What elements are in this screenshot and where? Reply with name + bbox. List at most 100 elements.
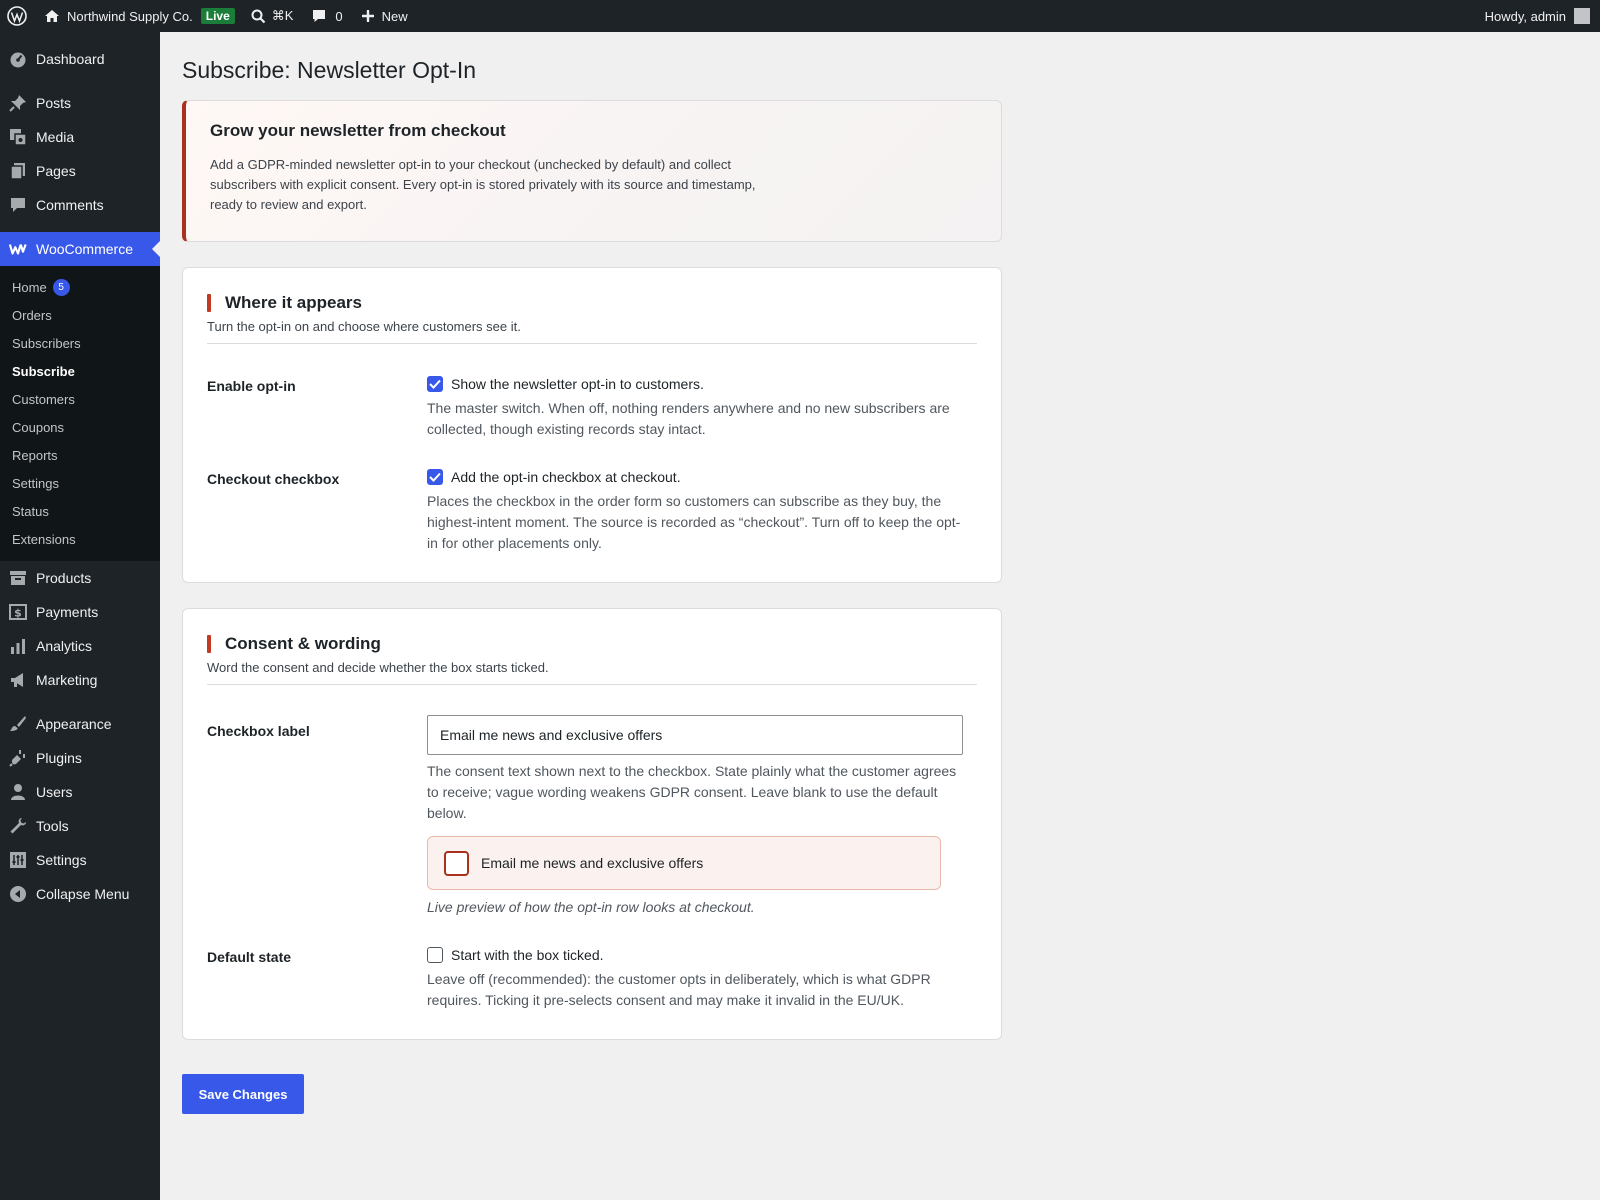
archive-box-icon <box>9 569 27 587</box>
plug-icon <box>9 749 27 767</box>
submenu-orders[interactable]: Orders <box>0 301 160 329</box>
menu-label: Analytics <box>36 638 93 654</box>
submenu-status[interactable]: Status <box>0 497 160 525</box>
consent-wording-card: Consent & wording Word the consent and d… <box>182 608 1002 1040</box>
home-icon <box>44 8 60 24</box>
woocommerce-submenu: Home 5 Orders Subscribers Subscribe Cust… <box>0 266 160 561</box>
menu-woocommerce[interactable]: WooCommerce <box>0 232 160 266</box>
paintbrush-icon <box>9 715 27 733</box>
menu-users[interactable]: Users <box>0 775 160 809</box>
svg-text:$: $ <box>14 607 22 620</box>
notification-badge: 5 <box>52 278 70 296</box>
settings-sliders-icon <box>9 851 27 869</box>
howdy-text: Howdy, admin <box>1484 8 1566 24</box>
new-content-button[interactable]: New <box>349 0 414 32</box>
avatar <box>1574 8 1590 24</box>
submenu-coupons[interactable]: Coupons <box>0 413 160 441</box>
checkbox-label: Add the opt-in checkbox at checkout. <box>451 469 681 485</box>
default-state-checkbox[interactable]: Start with the box ticked. <box>427 945 967 965</box>
menu-plugins[interactable]: Plugins <box>0 741 160 775</box>
checkbox-label-input[interactable]: Email me news and exclusive offers <box>427 715 963 755</box>
submenu-label: Reports <box>12 447 58 463</box>
menu-label: Plugins <box>36 750 82 766</box>
menu-label: Posts <box>36 95 72 111</box>
wrench-icon <box>9 817 27 835</box>
submenu-reports[interactable]: Reports <box>0 441 160 469</box>
menu-pages[interactable]: Pages <box>0 154 160 188</box>
media-icon <box>9 128 27 146</box>
menu-payments[interactable]: $ Payments <box>0 595 160 629</box>
menu-label: WooCommerce <box>36 241 133 257</box>
search-command-button[interactable]: ⌘K <box>241 0 300 32</box>
field-description: Places the checkbox in the order form so… <box>427 493 961 551</box>
menu-tools[interactable]: Tools <box>0 809 160 843</box>
menu-label: Appearance <box>36 716 112 732</box>
menu-appearance[interactable]: Appearance <box>0 707 160 741</box>
menu-label: Collapse Menu <box>36 886 130 902</box>
field-description: The consent text shown next to the check… <box>427 763 957 821</box>
comments-link[interactable]: 0 <box>299 0 348 32</box>
collapse-arrow-icon <box>9 885 27 903</box>
checkout-checkbox-row: Checkout checkbox Add the opt-in checkbo… <box>207 467 977 554</box>
submenu-label: Subscribers <box>12 335 81 351</box>
comment-bubble-icon <box>311 8 327 24</box>
enable-opt-in-checkbox[interactable]: Show the newsletter opt-in to customers. <box>427 374 967 394</box>
comment-bubble-icon <box>9 196 27 214</box>
save-changes-button[interactable]: Save Changes <box>182 1074 304 1114</box>
field-description: The master switch. When off, nothing ren… <box>427 400 950 437</box>
checkbox-label: Show the newsletter opt-in to customers. <box>451 376 704 392</box>
search-icon <box>251 9 266 24</box>
submenu-subscribe[interactable]: Subscribe <box>0 357 160 385</box>
menu-marketing[interactable]: Marketing <box>0 663 160 697</box>
menu-settings[interactable]: Settings <box>0 843 160 877</box>
menu-label: Payments <box>36 604 99 620</box>
preview-label: Email me news and exclusive offers <box>481 855 704 871</box>
field-label: Checkbox label <box>207 723 310 739</box>
menu-comments[interactable]: Comments <box>0 188 160 222</box>
menu-analytics[interactable]: Analytics <box>0 629 160 663</box>
checkbox-checked-icon[interactable] <box>427 376 443 392</box>
preview-caption: Live preview of how the opt-in row looks… <box>427 899 755 915</box>
collapse-menu-button[interactable]: Collapse Menu <box>0 877 160 911</box>
account-menu[interactable]: Howdy, admin <box>1485 8 1600 24</box>
submenu-customers[interactable]: Customers <box>0 385 160 413</box>
intro-title: Grow your newsletter from checkout <box>210 121 506 140</box>
where-it-appears-card: Where it appears Turn the opt-in on and … <box>182 267 1002 583</box>
wordpress-logo-icon[interactable] <box>0 0 34 32</box>
menu-media[interactable]: Media <box>0 120 160 154</box>
checkbox-checked-icon[interactable] <box>427 469 443 485</box>
section-title: Where it appears <box>207 292 977 314</box>
site-home-link[interactable]: Northwind Supply Co. Live <box>34 0 241 32</box>
woocommerce-logo-icon <box>9 240 27 258</box>
checkbox-label-row: Checkbox label Email me news and exclusi… <box>207 715 977 915</box>
section-title: Consent & wording <box>207 633 977 655</box>
submenu-subscribers[interactable]: Subscribers <box>0 329 160 357</box>
menu-posts[interactable]: Posts <box>0 86 160 120</box>
live-badge: Live <box>200 8 235 24</box>
admin-sidebar: Dashboard Posts Media Pages Comments Woo… <box>0 32 160 1200</box>
field-label: Checkout checkbox <box>207 471 340 487</box>
checkout-checkbox[interactable]: Add the opt-in checkbox at checkout. <box>427 467 967 487</box>
card-header: Consent & wording Word the consent and d… <box>207 633 977 685</box>
intro-panel: Grow your newsletter from checkout Add a… <box>182 100 1002 242</box>
opt-in-preview: Email me news and exclusive offers <box>427 836 941 890</box>
field-label: Default state <box>207 949 292 965</box>
submenu-label: Coupons <box>12 419 65 435</box>
section-subtitle: Word the consent and decide whether the … <box>207 660 549 675</box>
menu-label: Products <box>36 570 92 586</box>
pages-icon <box>9 162 27 180</box>
menu-label: Users <box>36 784 73 800</box>
submenu-home[interactable]: Home 5 <box>0 273 160 301</box>
menu-dashboard[interactable]: Dashboard <box>0 42 160 76</box>
field-label: Enable opt-in <box>207 378 296 394</box>
submenu-label: Settings <box>12 475 59 491</box>
submenu-extensions[interactable]: Extensions <box>0 525 160 553</box>
checkbox-unchecked-icon[interactable] <box>427 947 443 963</box>
menu-products[interactable]: Products <box>0 561 160 595</box>
submenu-label: Customers <box>12 391 75 407</box>
enable-opt-in-row: Enable opt-in Show the newsletter opt-in… <box>207 374 977 440</box>
default-state-row: Default state Start with the box ticked.… <box>207 945 977 1011</box>
menu-label: Marketing <box>36 672 98 688</box>
submenu-settings[interactable]: Settings <box>0 469 160 497</box>
checkbox-label: Start with the box ticked. <box>451 947 604 963</box>
